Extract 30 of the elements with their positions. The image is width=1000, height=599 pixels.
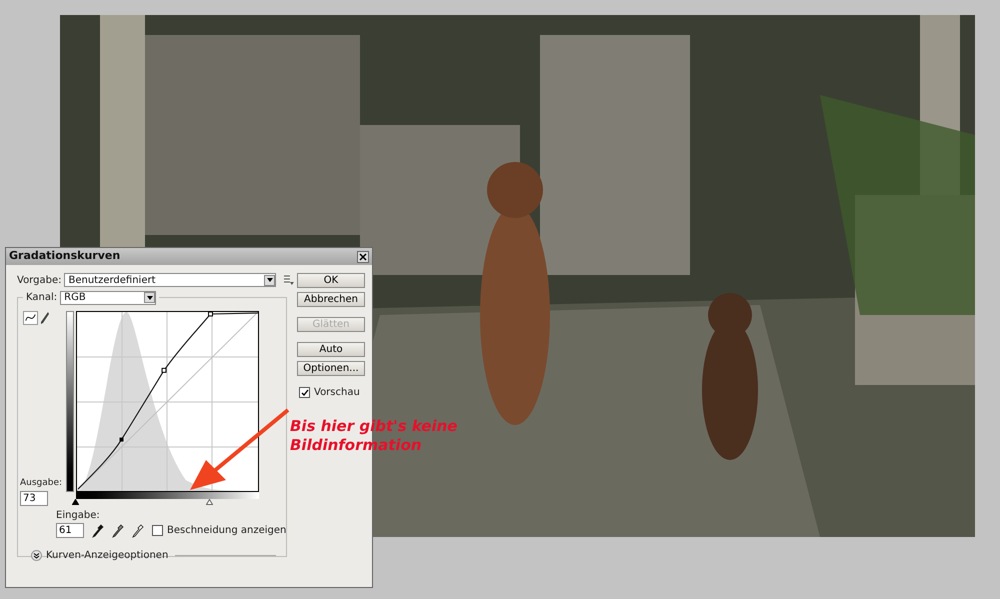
input-label: Eingabe: [56, 509, 101, 523]
dialog-button[interactable]: Optionen... [297, 361, 365, 376]
eyedropper-icon[interactable] [132, 524, 144, 538]
eyedropper-icon[interactable] [112, 524, 124, 538]
output-label: Ausgabe: [20, 476, 64, 490]
expand-icon[interactable] [31, 550, 42, 561]
eyedropper-icon[interactable] [92, 524, 104, 538]
preset-label: Vorgabe: [17, 274, 62, 288]
clipping-checkbox[interactable] [152, 525, 163, 536]
preset-dropdown[interactable]: Benutzerdefiniert [64, 273, 276, 287]
curve-graph[interactable] [76, 311, 259, 492]
display-options-label: Kurven-Anzeigeoptionen [46, 549, 168, 563]
caret-icon [266, 278, 273, 282]
close-icon[interactable] [357, 250, 369, 262]
pencil-icon[interactable] [40, 311, 50, 325]
dialog-button[interactable]: Abbrechen [297, 292, 365, 307]
channel-dropdown[interactable]: RGB [60, 290, 156, 304]
caret-icon [146, 296, 153, 300]
preview-label: Vorschau [314, 386, 360, 400]
preview-checkbox[interactable] [299, 387, 310, 398]
clipping-label: Beschneidung anzeigen [167, 524, 286, 538]
input-field[interactable]: 61 [56, 523, 84, 538]
preset-menu-icon[interactable] [283, 275, 294, 285]
channel-label: Kanal: [26, 291, 58, 305]
window-title: Gradationskurven [9, 248, 120, 264]
shadow-point-slider[interactable] [72, 499, 79, 505]
dialog-button[interactable]: Auto [297, 342, 365, 357]
curve-tool-icon[interactable] [23, 311, 38, 325]
dialog-button[interactable]: OK [297, 273, 365, 288]
output-field[interactable]: 73 [20, 491, 48, 506]
